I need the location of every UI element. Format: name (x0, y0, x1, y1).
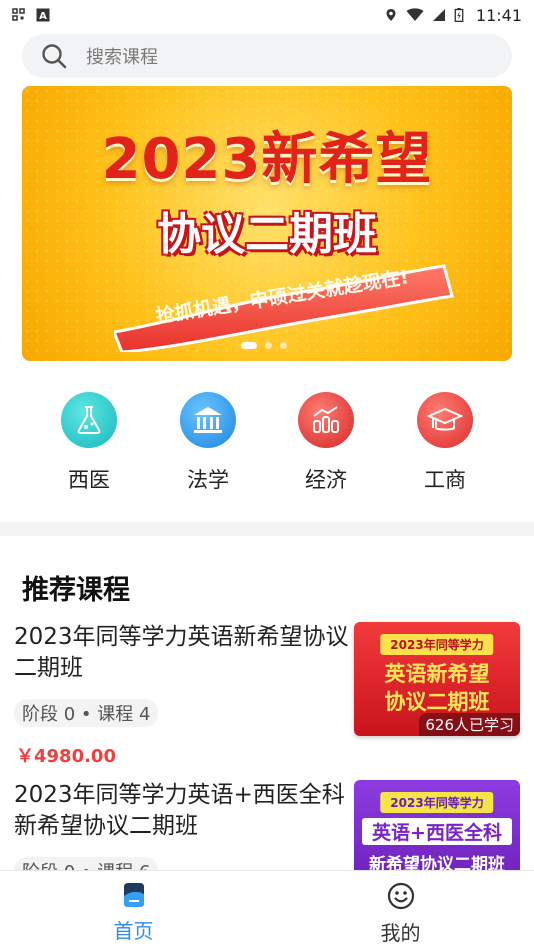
category-label: 工商 (424, 468, 466, 492)
tab-label: 我的 (380, 921, 421, 945)
search-bar[interactable]: 搜索课程 (22, 34, 512, 78)
category-label: 西医 (68, 468, 110, 492)
thumbnail-line2: 协议二期班 (384, 690, 490, 714)
category-economics[interactable]: 经济 (276, 392, 376, 494)
a-icon: A (36, 8, 50, 22)
svg-text:A: A (39, 11, 47, 22)
home-icon (123, 883, 144, 907)
banner-subtitle: 协议二期班 (157, 209, 377, 260)
bottom-tab-bar: 首页 我的 (0, 870, 534, 950)
thumbnail-tag: 2023年同等学力 (380, 634, 494, 655)
thumbnail-line1: 英语新希望 (384, 662, 490, 686)
category-medicine[interactable]: 西医 (39, 392, 139, 494)
course-price: ￥4980.00 (16, 746, 116, 767)
category-label: 经济 (305, 468, 347, 492)
courthouse-icon (180, 392, 236, 448)
thumbnail-line1: 英语+西医全科 (362, 818, 512, 845)
grid-icon (12, 8, 25, 21)
search-icon (42, 44, 67, 69)
course-meta-badge: 阶段 0 • 课程 4 (14, 699, 159, 727)
course-thumbnail[interactable]: 2023年同等学力 英语新希望 协议二期班 626人已学习 (354, 622, 520, 736)
search-placeholder: 搜索课程 (86, 47, 158, 68)
course-title: 2023年同等学力英语新希望协议二期班 (14, 624, 349, 681)
promo-banner[interactable]: 2023新希望 协议二期班 抢抓机遇，申硕过关就趁现在! (22, 86, 512, 361)
course-card[interactable]: 2023年同等学力英语新希望协议二期班 阶段 0 • 课程 4 ￥4980.00… (14, 622, 520, 772)
category-grid: 西医 法学 经济 工商 (0, 392, 534, 502)
carousel-dot-1[interactable] (241, 342, 257, 349)
carousel-indicators[interactable] (241, 342, 287, 349)
learner-count: 626人已学习 (419, 713, 520, 736)
wifi-icon (406, 8, 424, 21)
battery-icon (454, 8, 464, 22)
signal-icon (432, 9, 445, 21)
category-business[interactable]: 工商 (395, 392, 495, 494)
status-bar: A 11:41 (0, 0, 534, 30)
tab-profile[interactable]: 我的 (267, 871, 534, 950)
category-law[interactable]: 法学 (158, 392, 258, 494)
section-divider (0, 522, 534, 536)
flask-icon (61, 392, 117, 448)
carousel-dot-2[interactable] (265, 342, 272, 349)
smiley-icon (387, 882, 414, 910)
graduation-cap-icon (417, 392, 473, 448)
carousel-dot-3[interactable] (280, 342, 287, 349)
location-icon (386, 9, 396, 21)
tab-home[interactable]: 首页 (0, 871, 267, 950)
banner-title: 2023新希望 (101, 127, 433, 192)
category-label: 法学 (187, 468, 229, 492)
tab-label: 首页 (113, 919, 154, 943)
section-title: 推荐课程 (22, 575, 130, 606)
thumbnail-tag: 2023年同等学力 (380, 792, 494, 813)
chart-icon (298, 392, 354, 448)
course-title: 2023年同等学力英语+西医全科新希望协议二期班 (14, 782, 345, 839)
clock: 11:41 (475, 5, 522, 25)
